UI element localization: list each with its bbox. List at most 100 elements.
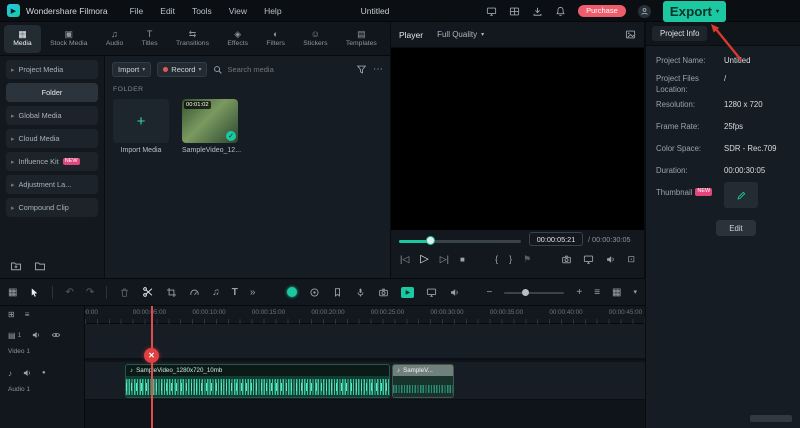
export-button[interactable]: Export ▾ [662, 0, 726, 22]
delete-trash-icon[interactable] [119, 287, 130, 298]
switch-display-icon[interactable] [486, 6, 497, 17]
sidebar-item-folder[interactable]: Folder [6, 83, 98, 102]
tab-stock-media[interactable]: ▣ Stock Media [41, 25, 97, 53]
solo-audio-icon[interactable]: ● [42, 370, 46, 376]
sidebar-item-cloud-media[interactable]: ▸ Cloud Media [6, 129, 98, 148]
voiceover-mic-icon[interactable] [355, 287, 366, 298]
text-tool-icon[interactable]: T [232, 287, 238, 298]
select-cursor-icon[interactable] [29, 287, 40, 298]
render-preview-icon[interactable]: ▶ [401, 286, 415, 298]
sidebar-item-influence-kit[interactable]: ▸ Influence Kit NEW [6, 152, 98, 171]
menu-tools[interactable]: Tools [192, 6, 212, 16]
mute-audio-icon[interactable] [22, 368, 32, 378]
manage-tracks-icon[interactable]: ≡ [25, 310, 30, 319]
sidebar-item-adjustment-layer[interactable]: ▸ Adjustment La... [6, 175, 98, 194]
project-title: Untitled [360, 6, 390, 16]
redo-icon[interactable]: ↷ [86, 287, 94, 298]
mark-out-icon[interactable]: } [509, 255, 512, 264]
account-avatar[interactable] [637, 4, 651, 18]
timeline-clip-samplevideo[interactable]: ♪ SampleVideo_1280x720_10mb [125, 364, 390, 398]
export-dropdown-chevron-icon[interactable]: ▾ [716, 8, 719, 15]
tab-effects[interactable]: ◈ Effects [218, 25, 257, 53]
thumbnail-edit-button[interactable]: Edit [716, 220, 756, 236]
folder-icon[interactable] [34, 260, 46, 272]
record-button[interactable]: Record ▾ [157, 62, 208, 77]
more-tools-icon[interactable]: » [250, 287, 256, 298]
seek-handle[interactable] [426, 236, 435, 245]
fullscreen-icon[interactable]: ⊡ [627, 255, 635, 264]
media-clip-card[interactable]: 00:01:02 ✓ SampleVideo_12... [182, 99, 241, 154]
add-track-icon[interactable]: ⊞ [8, 310, 15, 319]
add-marker-icon[interactable] [332, 287, 343, 298]
ruler-label: 00:00:40:00 [549, 309, 583, 316]
stop-icon[interactable]: ■ [460, 255, 465, 264]
playhead-line[interactable] [151, 306, 153, 428]
timeline-clip-samplevideo-2[interactable]: ♪ SampleV... [392, 364, 454, 398]
tab-stickers[interactable]: ☺ Stickers [294, 25, 337, 53]
hide-track-eye-icon[interactable] [51, 330, 61, 340]
media-panel-toggle-icon[interactable]: ▦ [8, 287, 17, 298]
crop-icon[interactable] [166, 287, 177, 298]
marker-flag-icon[interactable]: ⚑ [523, 255, 531, 264]
speed-ramping-icon[interactable] [189, 287, 200, 298]
snapshot-icon[interactable] [378, 287, 389, 298]
import-button[interactable]: Import ▾ [112, 62, 152, 77]
preview-display-icon[interactable] [625, 29, 636, 40]
play-icon[interactable]: ▷ [420, 254, 428, 265]
sidebar-item-global-media[interactable]: ▸ Global Media [6, 106, 98, 125]
edit-pencil-icon [736, 190, 747, 201]
new-folder-icon[interactable] [10, 260, 22, 272]
tab-project-info[interactable]: Project Info [652, 26, 708, 41]
next-frame-icon[interactable]: ▷| [440, 255, 449, 264]
beat-detection-icon[interactable]: ♫ [212, 287, 220, 298]
sidebar-item-compound-clip[interactable]: ▸ Compound Clip [6, 198, 98, 217]
toolbar-chevron-icon[interactable]: ▾ [633, 288, 637, 296]
timeline-zoom-slider[interactable] [504, 288, 565, 297]
tab-audio[interactable]: ♫ Audio [97, 25, 133, 53]
download-resources-icon[interactable] [532, 6, 543, 17]
grid-view-icon[interactable]: ▦ [612, 287, 621, 298]
notification-bell-icon[interactable] [555, 6, 566, 17]
tab-transitions[interactable]: ⇆ Transitions [167, 25, 218, 53]
preview-quality-icon[interactable] [426, 287, 437, 298]
tab-titles[interactable]: T Titles [132, 25, 166, 53]
mark-in-icon[interactable]: { [495, 255, 498, 264]
secondary-display-icon[interactable] [583, 254, 594, 265]
import-media-card[interactable]: + Import Media [113, 99, 169, 154]
current-time[interactable]: 00:00:05:21 [529, 232, 583, 246]
workspace-layout-icon[interactable] [509, 6, 520, 17]
more-options-icon[interactable]: ⋯ [373, 64, 383, 75]
tab-templates[interactable]: ▤ Templates [337, 25, 386, 53]
undo-icon[interactable]: ↶ [65, 287, 73, 298]
record-chevron-icon: ▾ [198, 67, 202, 73]
tab-media[interactable]: ▦ Media [4, 24, 41, 53]
search-input[interactable] [227, 65, 298, 74]
menu-help[interactable]: Help [264, 6, 281, 16]
split-scissors-icon[interactable] [142, 286, 154, 298]
search-box[interactable] [213, 65, 350, 75]
zoom-out-icon[interactable]: − [487, 287, 493, 298]
filter-funnel-icon[interactable] [356, 64, 367, 75]
quality-dropdown[interactable]: Full Quality ▾ [437, 30, 484, 39]
zoom-slider-handle[interactable] [522, 288, 530, 296]
mute-track-icon[interactable] [31, 330, 41, 340]
previous-frame-icon[interactable]: |◁ [400, 255, 409, 264]
menu-edit[interactable]: Edit [160, 6, 175, 16]
seek-bar[interactable] [399, 236, 521, 245]
menu-file[interactable]: File [130, 6, 144, 16]
snapshot-camera-icon[interactable] [561, 254, 572, 265]
purchase-button[interactable]: Purchase [578, 5, 626, 17]
video-preview[interactable] [391, 48, 644, 230]
track-menu-icon[interactable]: ≡ [594, 287, 600, 298]
chroma-key-icon[interactable] [287, 287, 298, 297]
tab-filters[interactable]: ◐ Filters [257, 25, 294, 53]
thumbnail-edit-box[interactable] [724, 182, 758, 208]
clip-thumbnail[interactable]: 00:01:02 ✓ [182, 99, 238, 143]
volume-icon[interactable] [605, 254, 616, 265]
sidebar-item-project-media[interactable]: ▸ Project Media [6, 60, 98, 79]
menu-view[interactable]: View [229, 6, 247, 16]
zoom-in-icon[interactable]: + [576, 287, 582, 298]
audio-mixer-icon[interactable] [449, 287, 460, 298]
screen-record-icon[interactable] [309, 287, 320, 298]
video-track-lane[interactable] [85, 324, 645, 360]
